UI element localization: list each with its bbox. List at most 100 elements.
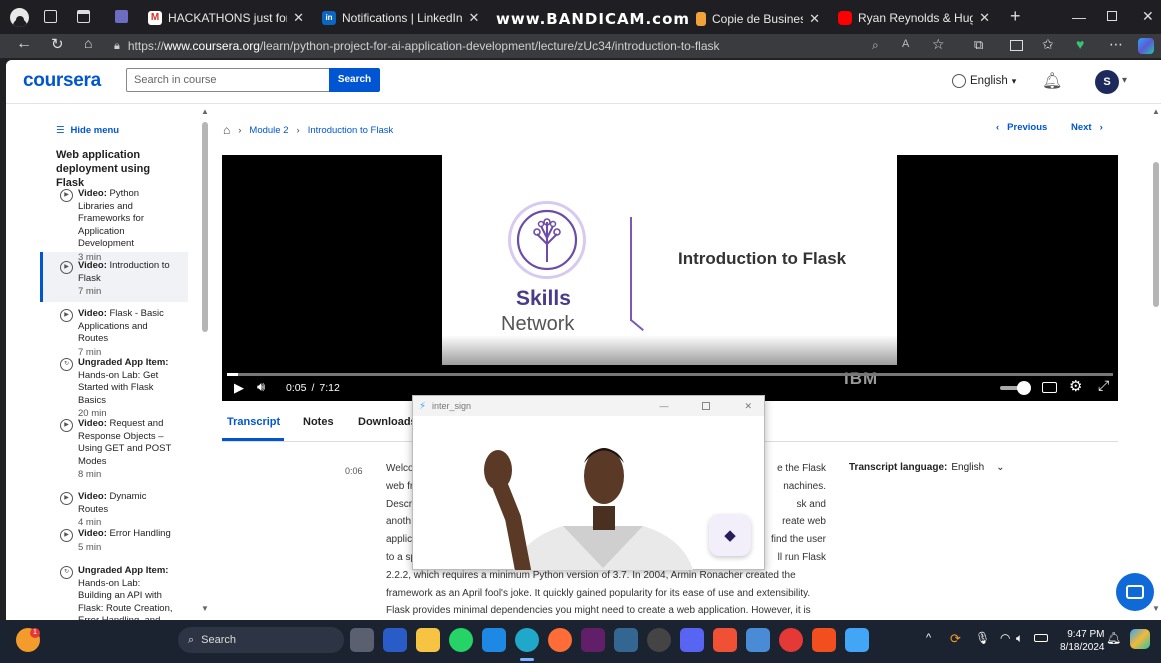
page-scroll-down-icon[interactable]: ▼ xyxy=(1152,604,1160,613)
overlay-titlebar[interactable]: ⚡︎ inter_sign — ✕ xyxy=(413,396,764,416)
chat-support-button[interactable] xyxy=(1116,573,1154,611)
refresh-icon[interactable]: ↻ xyxy=(51,35,64,53)
browser-tab[interactable]: in Notifications | LinkedIn ✕ xyxy=(314,6,484,30)
close-window-button[interactable]: ✕ xyxy=(1142,8,1154,25)
sidebar-item[interactable]: ▶ Video: Error Handling 5 min xyxy=(60,528,176,554)
transcript-timestamp[interactable]: 0:06 xyxy=(345,466,363,476)
pgadmin-icon[interactable] xyxy=(614,628,638,652)
microsoft-store-icon[interactable] xyxy=(383,628,407,652)
sidebar-item[interactable]: ▶ Video: Introduction to Flask 7 min xyxy=(60,260,176,299)
sidebar-item[interactable]: ▶ Video: Request and Response Objects – U… xyxy=(60,418,176,482)
maximize-window-button[interactable] xyxy=(1107,11,1117,21)
layers-button[interactable]: ◆ xyxy=(709,514,751,556)
minimize-window-button[interactable]: — xyxy=(1072,9,1086,25)
sidebar-scrollbar[interactable] xyxy=(202,122,208,332)
scroll-up-arrow-icon[interactable]: ▲ xyxy=(201,107,209,116)
captions-icon[interactable] xyxy=(1042,382,1057,393)
fullscreen-icon[interactable]: ⤢ xyxy=(1098,377,1109,394)
photos-icon[interactable] xyxy=(746,628,770,652)
record-icon[interactable] xyxy=(779,628,803,652)
close-tab-icon[interactable]: ✕ xyxy=(469,10,480,26)
workspaces-icon[interactable] xyxy=(44,10,57,23)
favorites-icon[interactable]: ✩ xyxy=(1042,36,1054,53)
speaker-icon[interactable]: 🔈︎ xyxy=(1016,631,1023,646)
extensions-icon[interactable]: ⧉ xyxy=(974,37,983,53)
playback-speed-knob[interactable] xyxy=(1017,381,1031,395)
video-player[interactable]: Skills Network Introduction to Flask IBM… xyxy=(222,155,1118,401)
split-screen-icon[interactable] xyxy=(1010,40,1023,51)
browser-tab[interactable]: Ryan Reynolds & Hugh Jackma ✕ xyxy=(830,6,998,30)
zoom-icon[interactable]: ⌕ xyxy=(872,38,879,53)
transcript-line[interactable]: framework as an April fool's joke. It qu… xyxy=(386,585,826,603)
scroll-down-arrow-icon[interactable]: ▼ xyxy=(201,604,209,613)
battery-icon[interactable] xyxy=(1034,634,1048,642)
postman-icon[interactable] xyxy=(548,628,572,652)
transcript-language-selector[interactable]: Transcript language: English ⌄ xyxy=(849,462,1005,473)
home-breadcrumb-icon[interactable]: ⌂ xyxy=(223,123,230,137)
file-explorer-icon[interactable] xyxy=(416,628,440,652)
whatsapp-icon[interactable] xyxy=(449,628,473,652)
sidebar-item[interactable]: ↻ Ungraded App Item: Hands-on Lab: Get St… xyxy=(60,357,176,421)
avatar[interactable]: S xyxy=(1095,70,1119,94)
browser-tab[interactable]: M HACKATHONS just for you, Sel ✕ xyxy=(140,6,312,30)
tab-actions-icon[interactable] xyxy=(77,10,90,23)
browser-essentials-icon[interactable]: ♥ xyxy=(1076,36,1084,52)
settings-gear-icon[interactable]: ⚙ xyxy=(1069,377,1082,395)
search-input[interactable]: Search in course xyxy=(126,68,330,92)
close-tab-icon[interactable]: ✕ xyxy=(809,11,820,27)
notifications-icon[interactable]: 🔔︎ xyxy=(1106,631,1121,645)
flutter-taskbar-icon[interactable] xyxy=(845,628,869,652)
microphone-icon[interactable]: 🎙︎ xyxy=(975,631,990,645)
overlay-close-button[interactable]: ✕ xyxy=(744,401,752,412)
url-field[interactable]: 🔒︎ https://www.coursera.org/learn/python… xyxy=(114,36,874,56)
favorite-star-icon[interactable]: ☆ xyxy=(932,36,945,53)
tab-downloads[interactable]: Downloads xyxy=(358,416,417,428)
hide-menu-button[interactable]: ☰ Hide menu xyxy=(56,125,119,136)
back-icon[interactable]: ← xyxy=(16,35,32,53)
sidebar-item[interactable]: ▶ Video: Python Libraries and Frameworks … xyxy=(60,188,176,264)
notifications-bell-icon[interactable]: 🔔︎ xyxy=(1042,71,1062,91)
browser-tab-active[interactable]: www.BANDICAM.com Copie de Business Model… xyxy=(488,4,828,34)
figma-icon[interactable] xyxy=(812,628,836,652)
read-aloud-icon[interactable]: A xyxy=(902,38,909,50)
profile-icon[interactable] xyxy=(10,8,29,27)
language-selector[interactable]: English ▾ xyxy=(952,74,1016,88)
start-windows-icon[interactable] xyxy=(146,628,170,652)
breadcrumb-current-link[interactable]: Introduction to Flask xyxy=(308,125,394,136)
wifi-icon[interactable]: ◠ xyxy=(1000,631,1010,645)
close-tab-icon[interactable]: ✕ xyxy=(293,10,304,26)
previous-button[interactable]: ‹ Previous xyxy=(996,122,1047,133)
sidebar-item[interactable]: ▶ Video: Dynamic Routes 4 min xyxy=(60,491,176,530)
tray-sync-icon[interactable]: ⟳ xyxy=(950,631,961,647)
coursera-logo[interactable]: coursera xyxy=(23,70,101,92)
tab-notes[interactable]: Notes xyxy=(303,416,334,428)
breadcrumb-module-link[interactable]: Module 2 xyxy=(249,125,288,136)
task-view-icon[interactable] xyxy=(350,628,374,652)
git-icon[interactable] xyxy=(713,628,737,652)
page-scroll-up-icon[interactable]: ▲ xyxy=(1152,107,1160,116)
more-options-icon[interactable]: ⋯ xyxy=(1109,36,1123,53)
clock[interactable]: 9:47 PM 8/18/2024 xyxy=(1060,628,1105,654)
discord-icon[interactable] xyxy=(680,628,704,652)
search-button[interactable]: Search xyxy=(329,68,380,92)
volume-icon[interactable]: 🔊︎ xyxy=(257,379,265,395)
slack-icon[interactable] xyxy=(581,628,605,652)
video-progress-track[interactable] xyxy=(227,373,1113,376)
overlay-maximize-button[interactable] xyxy=(702,402,711,410)
tray-chevron-up-icon[interactable]: ^ xyxy=(926,632,931,644)
edge-icon[interactable] xyxy=(515,628,539,652)
vscode-icon[interactable] xyxy=(482,628,506,652)
obs-icon[interactable] xyxy=(647,628,671,652)
taskbar-search-box[interactable]: ⌕ Search xyxy=(178,627,344,653)
next-button[interactable]: Next › xyxy=(1071,122,1103,133)
inter-sign-window[interactable]: ⚡︎ inter_sign — ✕ ◆ xyxy=(412,395,765,570)
sidebar-item[interactable]: ▶ Video: Flask - Basic Applications and R… xyxy=(60,308,176,359)
sidebar-item[interactable]: ↻ Ungraded App Item: Hands-on Lab: Buildi… xyxy=(60,565,176,620)
vertical-tabs-icon[interactable] xyxy=(115,10,128,23)
overlay-minimize-button[interactable]: — xyxy=(659,401,668,411)
transcript-line[interactable]: Flask provides minimal dependencies you … xyxy=(386,602,826,620)
account-chevron-icon[interactable]: ▾ xyxy=(1122,75,1127,86)
new-tab-button[interactable]: + xyxy=(1010,6,1021,27)
tab-transcript[interactable]: Transcript xyxy=(227,416,280,428)
copilot-icon[interactable] xyxy=(1138,38,1154,54)
